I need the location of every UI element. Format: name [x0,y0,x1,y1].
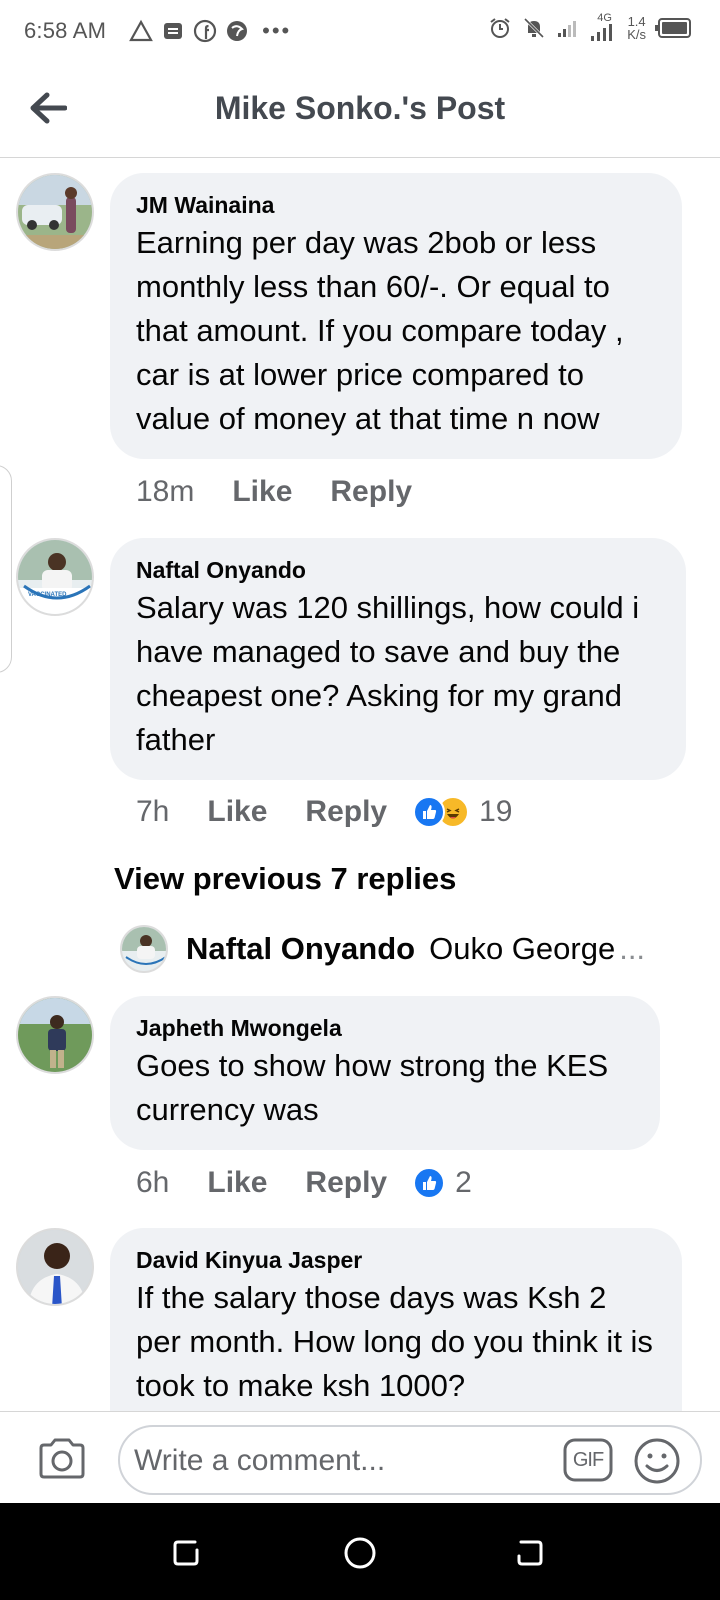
comment-box[interactable]: GIF [118,1425,702,1495]
reply-text: Ouko George [429,931,616,966]
side-drawer-handle[interactable] [0,465,12,673]
page-title: Mike Sonko.'s Post [214,90,506,126]
reply-button[interactable]: Reply [305,795,387,829]
avatar-badge: VACCINATED [28,592,67,598]
comment-input[interactable] [134,1437,554,1485]
notification-icons: ••• [128,18,291,44]
facebook-icon [194,19,217,43]
reply-button[interactable]: Reply [305,1166,387,1200]
gif-label: GIF [572,1448,604,1471]
avatar-photo [122,927,166,971]
status-time: 6:58 AM [24,18,107,43]
comment-timestamp[interactable]: 6h [136,1166,169,1200]
like-button[interactable]: Like [207,1166,267,1200]
like-icon [413,796,446,828]
reaction-count: 2 [455,1166,472,1199]
recents-button[interactable] [164,1531,208,1575]
mute-icon [524,17,545,39]
reply-author[interactable]: Naftal Onyando [186,931,415,967]
comment-bubble[interactable]: JM Wainaina Earning per day was 2bob or … [110,173,682,459]
status-bar: 6:58 AM ••• 4G 1.4 K/s [0,0,720,62]
battery-icon [655,18,691,38]
warning-icon [129,19,153,42]
alarm-icon [490,18,510,38]
avatar-photo [18,1230,92,1304]
avatar[interactable] [16,996,94,1074]
comment-text: If the salary those days was Ksh 2 per m… [136,1280,653,1403]
reply-button[interactable]: Reply [330,475,412,509]
comment-text: Earning per day was 2bob or less monthly… [136,225,624,436]
like-icon [413,1167,446,1199]
avatar[interactable]: VACCINATED [16,538,94,616]
reactions-summary[interactable]: 19 [413,795,512,829]
view-previous-replies[interactable]: View previous 7 replies [114,861,456,897]
home-icon [344,1537,376,1569]
comment-bubble[interactable]: David Kinyua Jasper If the salary those … [110,1228,682,1411]
recents-icon [173,1540,199,1566]
home-button[interactable] [338,1531,382,1575]
reply-preview[interactable]: Naftal Onyando Ouko George ... [120,923,645,975]
back-nav-icon [517,1540,543,1566]
signal-icon [558,21,577,37]
avatar[interactable] [120,925,168,973]
avatar-photo [18,175,92,249]
comment-author[interactable]: Japheth Mwongela [136,1012,634,1044]
gif-button[interactable]: GIF [562,1436,614,1484]
comment-composer: GIF [0,1411,720,1503]
more-notifications-icon: ••• [262,18,292,43]
comment-text: Goes to show how strong the KES currency… [136,1048,609,1127]
like-button[interactable]: Like [232,475,292,509]
reply-ellipsis: ... [619,931,646,966]
message-icon [164,23,183,39]
comment-text: Salary was 120 shillings, how could i ha… [136,590,640,757]
comments-feed[interactable]: JM Wainaina Earning per day was 2bob or … [0,159,720,1411]
like-button[interactable]: Like [207,795,267,829]
avatar-photo [18,540,92,614]
signal-4g-icon: 4G [589,12,619,42]
comment-bubble[interactable]: Naftal Onyando Salary was 120 shillings,… [110,538,686,780]
app-icon [227,21,248,41]
comment-actions: 6h Like Reply 2 [136,1163,472,1203]
comment-actions: 18m Like Reply [136,472,450,512]
system-icons: 4G 1.4 K/s [487,12,692,42]
reactions-summary[interactable]: 2 [413,1166,472,1200]
reaction-count: 19 [479,795,513,828]
back-nav-button[interactable] [508,1531,552,1575]
system-navigation-bar [0,1503,720,1600]
comment-timestamp[interactable]: 18m [136,475,194,509]
avatar[interactable] [16,173,94,251]
emoji-icon [634,1438,680,1484]
camera-icon [39,1438,85,1479]
comment-actions: 7h Like Reply 19 [136,792,512,832]
post-header: Mike Sonko.'s Post [0,62,720,158]
camera-button[interactable] [34,1430,90,1486]
comment-author[interactable]: Naftal Onyando [136,554,660,586]
comment-timestamp[interactable]: 7h [136,795,169,829]
avatar-photo [18,998,92,1072]
comment-author[interactable]: JM Wainaina [136,189,656,221]
comment-author[interactable]: David Kinyua Jasper [136,1244,656,1276]
network-speed: 1.4 K/s [627,14,646,42]
avatar[interactable] [16,1228,94,1306]
emoji-button[interactable] [632,1436,682,1486]
comment-bubble[interactable]: Japheth Mwongela Goes to show how strong… [110,996,660,1150]
